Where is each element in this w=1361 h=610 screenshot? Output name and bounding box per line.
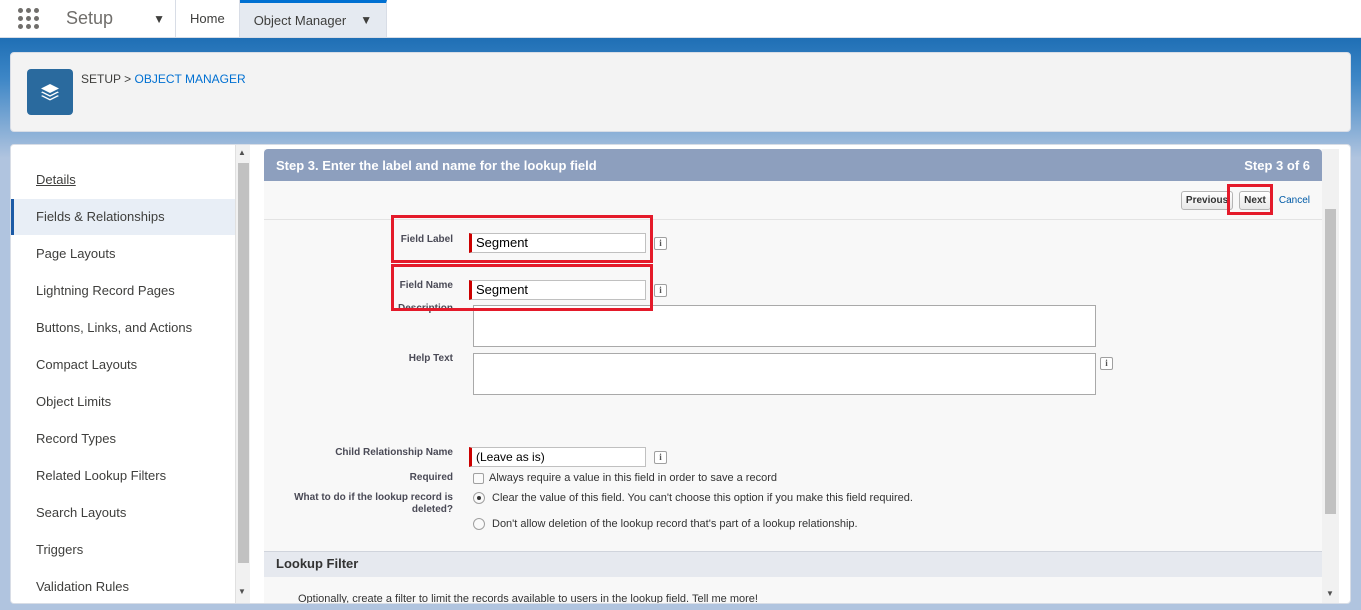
- app-name[interactable]: Setup ▼: [56, 0, 176, 37]
- sidebar-item-related-lookup-filters[interactable]: Related Lookup Filters: [11, 458, 235, 494]
- sidebar-item-label: Search Layouts: [36, 505, 127, 520]
- sidebar-item-label: Validation Rules: [36, 579, 129, 594]
- divider: [264, 219, 1322, 220]
- sidebar-item-label: Details: [36, 172, 76, 187]
- app-launcher-button[interactable]: [0, 0, 56, 37]
- sidebar-item-compact-layouts[interactable]: Compact Layouts: [11, 347, 235, 383]
- clear-value-radio[interactable]: [473, 492, 485, 504]
- sidebar-item-validation-rules[interactable]: Validation Rules: [11, 569, 235, 603]
- sidebar-item-label: Lightning Record Pages: [36, 283, 175, 298]
- breadcrumb-setup[interactable]: SETUP: [81, 72, 121, 86]
- sidebar-item-page-layouts[interactable]: Page Layouts: [11, 236, 235, 272]
- wizard-content: Step 3. Enter the label and name for the…: [264, 149, 1322, 604]
- scrollbar-thumb[interactable]: [1325, 209, 1336, 514]
- wizard-buttons: Previous Next Cancel: [1180, 191, 1310, 210]
- sidebar-scrollbar[interactable]: ▲ ▼: [235, 145, 250, 603]
- sidebar-item-label: Compact Layouts: [36, 357, 138, 372]
- scrollbar-thumb[interactable]: [238, 163, 249, 563]
- tab-object-manager-label: Object Manager: [253, 12, 347, 28]
- clear-value-option-text: Clear the value of this field. You can't…: [492, 492, 913, 504]
- description-label: Description: [397, 303, 453, 314]
- sidebar-item-record-types[interactable]: Record Types: [11, 421, 235, 457]
- sidebar-item-label: Buttons, Links, and Actions: [36, 320, 193, 335]
- breadcrumb-separator: >: [124, 72, 132, 86]
- sidebar-item-triggers[interactable]: Triggers: [11, 532, 235, 568]
- tab-object-manager[interactable]: Object Manager ▼: [239, 0, 388, 37]
- content-scrollbar[interactable]: ▼: [1322, 149, 1339, 603]
- previous-button[interactable]: Previous: [1180, 191, 1234, 210]
- sidebar: Details Fields & Relationships Page Layo…: [11, 145, 235, 603]
- chevron-down-icon[interactable]: ▼: [360, 13, 372, 27]
- scroll-up-icon[interactable]: ▲: [238, 148, 246, 157]
- tab-home[interactable]: Home: [176, 0, 240, 37]
- prevent-deletion-radio[interactable]: [473, 518, 485, 530]
- sidebar-item-fields-relationships[interactable]: Fields & Relationships: [11, 199, 235, 235]
- delete-behavior-label-line2: deleted?: [411, 504, 453, 515]
- lookup-filter-header: Lookup Filter: [264, 551, 1322, 577]
- step-progress: Step 3 of 6: [1244, 157, 1310, 173]
- sidebar-item-search-layouts[interactable]: Search Layouts: [11, 495, 235, 531]
- field-name-label: Field Name: [399, 280, 453, 291]
- required-checkbox[interactable]: [473, 473, 484, 484]
- help-text-textarea[interactable]: [473, 353, 1096, 395]
- waffle-icon: [17, 8, 39, 29]
- field-label-input[interactable]: Segment: [469, 233, 646, 253]
- layers-icon: [27, 69, 73, 115]
- step-header: Step 3. Enter the label and name for the…: [264, 149, 1322, 181]
- sidebar-item-details[interactable]: Details: [11, 162, 235, 198]
- page-header: SETUP > OBJECT MANAGER: [10, 52, 1351, 132]
- scroll-down-icon[interactable]: ▼: [238, 587, 246, 596]
- info-icon[interactable]: i: [1100, 357, 1113, 370]
- lookup-filter-description: Optionally, create a filter to limit the…: [298, 593, 758, 604]
- chevron-down-icon: ▼: [153, 11, 165, 26]
- tab-home-label: Home: [190, 11, 225, 26]
- next-button[interactable]: Next: [1239, 191, 1271, 210]
- required-option-text: Always require a value in this field in …: [489, 472, 777, 484]
- breadcrumb-object-manager[interactable]: OBJECT MANAGER: [135, 72, 246, 86]
- sidebar-item-object-limits[interactable]: Object Limits: [11, 384, 235, 420]
- sidebar-item-label: Related Lookup Filters: [36, 468, 167, 483]
- sidebar-item-label: Object Limits: [36, 394, 112, 409]
- sidebar-item-label: Page Layouts: [36, 246, 116, 261]
- sidebar-item-lightning-record-pages[interactable]: Lightning Record Pages: [11, 273, 235, 309]
- help-text-label: Help Text: [408, 353, 453, 364]
- breadcrumb: SETUP > OBJECT MANAGER: [81, 72, 246, 86]
- child-relationship-label: Child Relationship Name: [335, 447, 453, 458]
- sidebar-item-buttons-links-actions[interactable]: Buttons, Links, and Actions: [11, 310, 235, 346]
- app-name-label: Setup: [66, 8, 114, 28]
- main-panel: Details Fields & Relationships Page Layo…: [10, 144, 1351, 604]
- child-relationship-input[interactable]: (Leave as is): [469, 447, 646, 467]
- required-label: Required: [409, 472, 453, 483]
- sidebar-item-label: Fields & Relationships: [36, 209, 165, 224]
- info-icon[interactable]: i: [654, 237, 667, 250]
- cancel-link[interactable]: Cancel: [1279, 195, 1310, 206]
- step-title: Step 3. Enter the label and name for the…: [276, 157, 597, 173]
- scroll-down-icon[interactable]: ▼: [1326, 589, 1334, 598]
- field-name-input[interactable]: Segment: [469, 280, 646, 300]
- sidebar-item-label: Triggers: [36, 542, 84, 557]
- sidebar-item-label: Record Types: [36, 431, 116, 446]
- info-icon[interactable]: i: [654, 451, 667, 464]
- info-icon[interactable]: i: [654, 284, 667, 297]
- description-textarea[interactable]: [473, 305, 1096, 347]
- field-label-label: Field Label: [400, 234, 453, 245]
- delete-behavior-label-line1: What to do if the lookup record is: [294, 492, 453, 503]
- prevent-deletion-option-text: Don't allow deletion of the lookup recor…: [492, 518, 858, 530]
- global-header: Setup ▼ Home Object Manager ▼: [0, 0, 1361, 38]
